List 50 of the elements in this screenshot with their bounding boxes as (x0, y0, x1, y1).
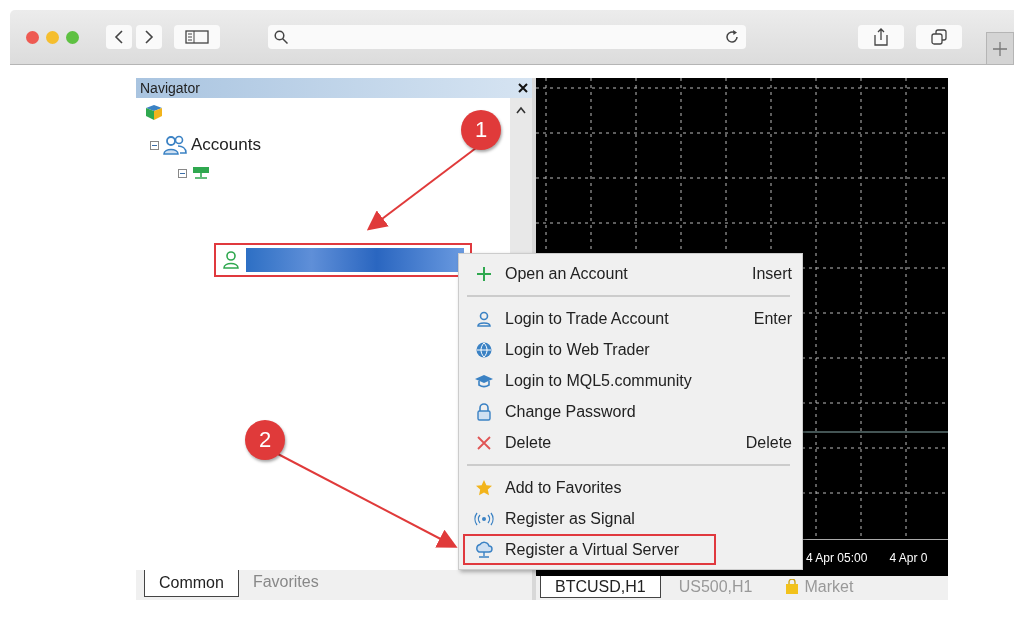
close-window-icon[interactable] (26, 30, 39, 44)
menu-item[interactable]: Add to Favorites (463, 472, 794, 503)
menu-item[interactable]: Login to MQL5.community (463, 365, 794, 396)
panel-title: Navigator (140, 80, 200, 96)
time-label: 4 Apr 05:00 (806, 551, 868, 565)
shopping-bag-icon (784, 579, 799, 595)
server-icon (191, 166, 211, 180)
signal-icon (473, 511, 495, 526)
close-icon (475, 433, 493, 452)
back-icon (114, 30, 124, 44)
panel-tab[interactable]: Common (144, 570, 239, 597)
reload-icon[interactable] (724, 29, 740, 45)
collapse-icon[interactable] (178, 168, 187, 178)
back-button[interactable] (106, 25, 132, 49)
forward-button[interactable] (136, 25, 162, 49)
menu-item[interactable]: Open an Account Insert (463, 258, 794, 289)
sidebar-icon (185, 30, 209, 44)
tabs-button[interactable] (916, 25, 962, 49)
share-icon (874, 28, 888, 46)
shortcut-label: Delete (745, 433, 792, 452)
sidebar-button[interactable] (174, 25, 220, 49)
tabs-icon (931, 29, 947, 45)
tree-item-label[interactable]: Accounts (191, 135, 261, 155)
cloud-icon (474, 540, 494, 559)
lock-icon (475, 402, 493, 421)
scroll-up-icon[interactable] (516, 106, 526, 114)
plus-icon (475, 264, 493, 283)
menu-item[interactable]: Register a Virtual Server (463, 534, 716, 565)
user-icon (475, 309, 493, 328)
close-icon[interactable] (518, 83, 528, 93)
user-icon (222, 250, 240, 270)
users-icon (163, 134, 187, 156)
menu-item[interactable]: Login to Trade Account Enter (463, 303, 794, 334)
menu-item[interactable]: Register as Signal (463, 503, 794, 534)
time-label: 4 Apr 0 (889, 551, 928, 565)
menu-item[interactable]: Change Password (463, 396, 794, 427)
chart-tab[interactable]: BTCUSD,H1 (540, 576, 661, 598)
share-button[interactable] (858, 25, 904, 49)
shortcut-label: Enter (753, 309, 792, 328)
menu-item[interactable]: Login to Web Trader (463, 334, 794, 365)
account-row[interactable] (214, 243, 472, 277)
collapse-icon[interactable] (150, 140, 159, 150)
globe-icon (475, 340, 493, 359)
menu-item[interactable]: Delete Delete (463, 427, 794, 458)
plus-icon (993, 41, 1007, 56)
forward-icon (144, 30, 154, 44)
star-icon (475, 478, 493, 497)
address-field[interactable] (268, 25, 746, 49)
shortcut-label: Insert (752, 264, 792, 283)
search-icon (274, 30, 288, 44)
